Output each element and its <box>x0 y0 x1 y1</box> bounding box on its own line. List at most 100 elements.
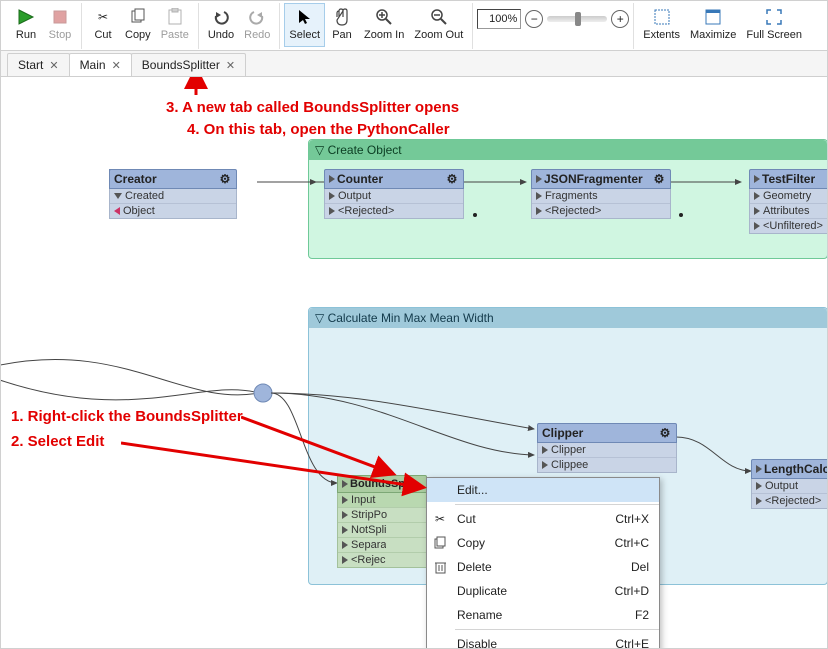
copy-icon <box>127 6 149 28</box>
clipboard-icon <box>164 6 186 28</box>
ctx-copy[interactable]: Copy Ctrl+C <box>427 531 659 555</box>
blank-icon <box>427 603 453 627</box>
extents-button[interactable]: Extents <box>638 3 685 47</box>
port[interactable]: StripPo <box>338 507 426 522</box>
redo-button[interactable]: Redo <box>239 3 275 47</box>
trash-icon <box>427 555 453 579</box>
cut-button[interactable]: ✂ Cut <box>86 3 120 47</box>
select-button[interactable]: Select <box>284 3 325 47</box>
triangle-collapse-icon[interactable]: ▽ <box>315 311 324 325</box>
maximize-button[interactable]: Maximize <box>685 3 741 47</box>
close-icon[interactable]: ✕ <box>226 59 235 72</box>
node-creator[interactable]: Creator⚙ Created Object <box>109 169 130 191</box>
canvas[interactable]: 3. A new tab called BoundsSplitter opens… <box>1 77 827 648</box>
port[interactable]: Clippee <box>538 457 676 472</box>
ctx-cut[interactable]: ✂ Cut Ctrl+X <box>427 507 659 531</box>
port[interactable]: Object <box>110 203 236 218</box>
triangle-icon <box>754 207 760 215</box>
stop-icon <box>49 6 71 28</box>
triangle-icon <box>329 207 335 215</box>
maximize-icon <box>702 6 724 28</box>
node-testfilter[interactable]: TestFilter Geometry Attributes <Unfilter… <box>749 169 827 234</box>
annotation-4: 4. On this tab, open the PythonCaller <box>187 121 450 138</box>
full-screen-icon <box>763 6 785 28</box>
node-jsonfragmenter[interactable]: JSONFragmenter⚙ Fragments <Rejected> <box>531 169 671 219</box>
ctx-duplicate[interactable]: Duplicate Ctrl+D <box>427 579 659 603</box>
port[interactable]: Output <box>752 479 827 493</box>
gear-icon[interactable]: ⚙ <box>658 426 672 440</box>
port[interactable]: Clipper <box>538 443 676 457</box>
triangle-icon <box>329 192 335 200</box>
full-screen-button[interactable]: Full Screen <box>741 3 807 47</box>
zoom-slider[interactable] <box>547 16 607 22</box>
tab-start[interactable]: Start✕ <box>7 53 70 76</box>
zoom-plus-button[interactable]: + <box>611 10 629 28</box>
pan-button[interactable]: Pan <box>325 3 359 47</box>
node-lengthcalculator[interactable]: LengthCalculator Output <Rejected> <box>751 459 827 509</box>
node-clipper[interactable]: Clipper⚙ Clipper Clippee <box>537 423 677 473</box>
node-counter[interactable]: Counter⚙ Output <Rejected> <box>324 169 464 219</box>
close-icon[interactable]: ✕ <box>49 59 58 72</box>
paste-button[interactable]: Paste <box>156 3 194 47</box>
triangle-icon <box>114 207 120 215</box>
gear-icon[interactable]: ⚙ <box>445 172 459 186</box>
ctx-rename[interactable]: Rename F2 <box>427 603 659 627</box>
play-icon <box>15 6 37 28</box>
triangle-icon <box>754 192 760 200</box>
gear-icon[interactable]: ⚙ <box>652 172 666 186</box>
port[interactable]: Geometry <box>750 189 827 203</box>
triangle-icon <box>536 192 542 200</box>
zoom-in-button[interactable]: Zoom In <box>359 3 409 47</box>
ctx-disable[interactable]: Disable Ctrl+E <box>427 632 659 648</box>
tab-bar: Start✕ Main✕ BoundsSplitter✕ <box>1 51 827 77</box>
triangle-icon <box>756 482 762 490</box>
triangle-collapse-icon[interactable]: ▽ <box>315 143 324 157</box>
triangle-icon <box>754 175 760 183</box>
triangle-icon <box>756 497 762 505</box>
ctx-edit[interactable]: Edit... <box>427 478 659 502</box>
close-icon[interactable]: ✕ <box>112 59 121 72</box>
port[interactable]: Output <box>325 189 463 203</box>
zoom-slider-thumb[interactable] <box>575 12 581 26</box>
tab-boundssplitter[interactable]: BoundsSplitter✕ <box>131 53 246 76</box>
context-menu: Edit... ✂ Cut Ctrl+X Copy Ctrl+C Delete … <box>426 477 660 648</box>
port[interactable]: NotSpli <box>338 522 426 537</box>
triangle-icon <box>342 556 348 564</box>
port[interactable]: <Rejec <box>338 552 426 567</box>
blank-icon <box>427 632 453 648</box>
port[interactable]: Attributes <box>750 203 827 218</box>
annotation-3: 3. A new tab called BoundsSplitter opens <box>166 99 459 116</box>
copy-button[interactable]: Copy <box>120 3 156 47</box>
zoom-percent-field[interactable]: 100% <box>477 9 521 29</box>
annotation-1: 1. Right-click the BoundsSplitter <box>11 408 243 425</box>
stop-button[interactable]: Stop <box>43 3 77 47</box>
triangle-icon <box>536 207 542 215</box>
port[interactable]: <Rejected> <box>752 493 827 508</box>
run-button[interactable]: Run <box>9 3 43 47</box>
extents-icon <box>651 6 673 28</box>
zoom-minus-button[interactable]: − <box>525 10 543 28</box>
zoom-out-icon <box>428 6 450 28</box>
annotation-2: 2. Select Edit <box>11 433 104 450</box>
tab-main[interactable]: Main✕ <box>69 53 132 76</box>
triangle-icon <box>342 496 348 504</box>
triangle-icon <box>536 175 542 183</box>
port[interactable]: Fragments <box>532 189 670 203</box>
copy-icon <box>427 531 453 555</box>
zoom-out-button[interactable]: Zoom Out <box>409 3 468 47</box>
cursor-icon <box>294 6 316 28</box>
undo-button[interactable]: Undo <box>203 3 239 47</box>
toolbar: Run Stop ✂ Cut Copy Paste Undo Redo <box>1 1 827 51</box>
triangle-icon <box>754 222 760 230</box>
port[interactable]: <Rejected> <box>532 203 670 218</box>
ctx-delete[interactable]: Delete Del <box>427 555 659 579</box>
triangle-icon <box>329 175 335 183</box>
port[interactable]: Created <box>110 189 236 203</box>
port[interactable]: <Rejected> <box>325 203 463 218</box>
redo-icon <box>246 6 268 28</box>
port[interactable]: <Unfiltered> <box>750 218 827 233</box>
triangle-icon <box>542 461 548 469</box>
port[interactable]: Separa <box>338 537 426 552</box>
gear-icon[interactable]: ⚙ <box>218 172 232 186</box>
triangle-icon <box>342 541 348 549</box>
